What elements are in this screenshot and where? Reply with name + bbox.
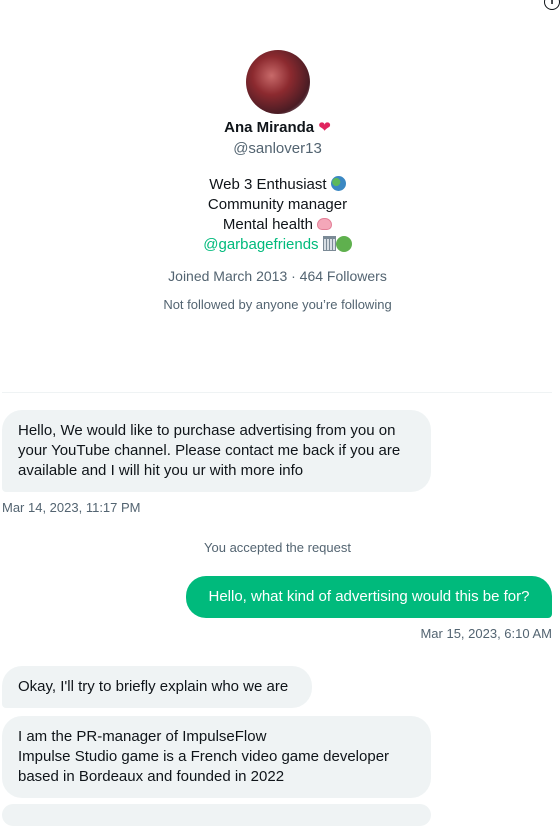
message-line: I am the PR-manager of ImpulseFlow: [18, 728, 267, 745]
info-icon[interactable]: i: [544, 0, 560, 10]
bio-line-3: Mental health: [222, 216, 313, 233]
heart-emoji-icon: ❤: [318, 119, 331, 136]
followed-by-note: Not followed by anyone you’re following: [163, 297, 392, 312]
message-incoming[interactable]: Hello, We would like to purchase adverti…: [2, 410, 431, 492]
bio-line-1: Web 3 Enthusiast: [209, 176, 327, 193]
profile-bio: Web 3 Enthusiast Community manager Menta…: [0, 175, 555, 255]
divider: [2, 392, 552, 393]
wastebasket-emoji-icon: [322, 236, 336, 251]
system-message: You accepted the request: [204, 540, 351, 555]
joined-followers[interactable]: Joined March 2013 · 464 Followers: [0, 267, 555, 285]
bio-link[interactable]: @garbagefriends: [203, 236, 318, 253]
brain-emoji-icon: [317, 218, 333, 230]
message-timestamp: Mar 15, 2023, 6:10 AM: [420, 626, 552, 641]
profile-handle[interactable]: @sanlover13: [0, 139, 555, 159]
bio-line-2: Community manager: [207, 196, 348, 213]
message-outgoing[interactable]: Hello, what kind of advertising would th…: [186, 576, 552, 618]
profile-name: Ana Miranda: [224, 119, 315, 136]
message-timestamp: Mar 14, 2023, 11:17 PM: [2, 500, 141, 515]
message-line: Impulse Studio game is a French video ga…: [18, 748, 390, 785]
message-incoming[interactable]: I am the PR-manager of ImpulseFlow Impul…: [2, 716, 431, 798]
profile-card: Ana Miranda ❤ @sanlover13 Web 3 Enthusia…: [0, 50, 555, 313]
message-incoming-partial[interactable]: [2, 804, 431, 826]
message-incoming[interactable]: Okay, I'll try to briefly explain who we…: [2, 666, 312, 708]
green-circle-emoji-icon: [335, 236, 352, 252]
globe-emoji-icon: [330, 176, 346, 191]
avatar[interactable]: [245, 50, 310, 114]
